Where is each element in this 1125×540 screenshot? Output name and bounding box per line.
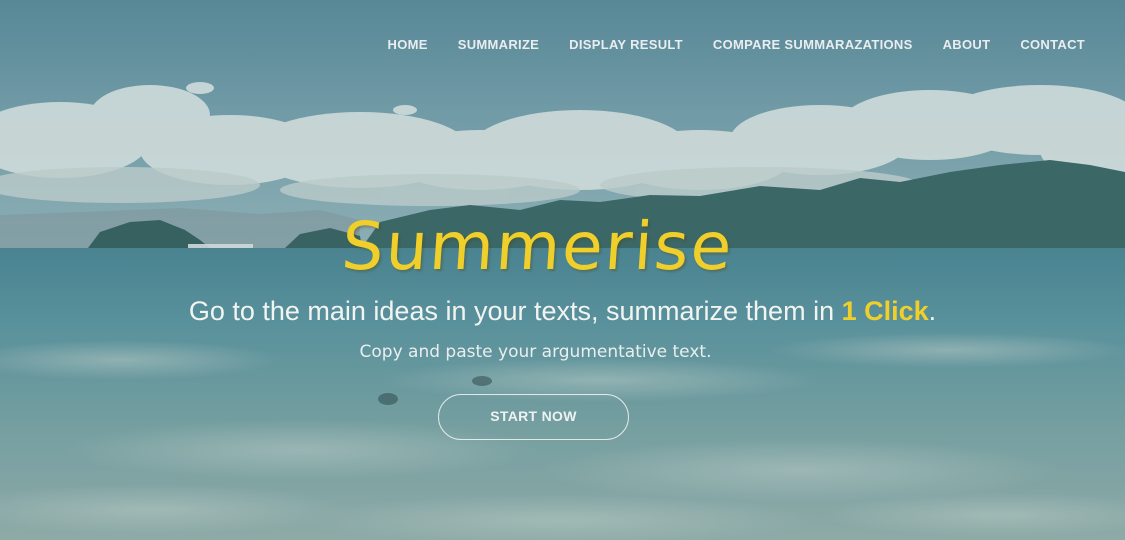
hero-title: Summerise bbox=[339, 208, 736, 285]
tagline-period: . bbox=[928, 296, 937, 326]
nav-item-about[interactable]: ABOUT bbox=[928, 37, 1006, 53]
nav-item-compare-summarazations[interactable]: COMPARE SUMMARAZATIONS bbox=[698, 37, 928, 53]
nav-item-contact[interactable]: CONTACT bbox=[1005, 37, 1100, 53]
hero-title-wrapper: Summerise bbox=[0, 208, 1125, 285]
hero-section: HOME SUMMARIZE DISPLAY RESULT COMPARE SU… bbox=[0, 0, 1125, 540]
main-navigation: HOME SUMMARIZE DISPLAY RESULT COMPARE SU… bbox=[373, 37, 1100, 53]
tagline-highlight: 1 Click bbox=[841, 296, 929, 326]
nav-item-summarize[interactable]: SUMMARIZE bbox=[443, 37, 554, 53]
hero-tagline: Go to the main ideas in your texts, summ… bbox=[0, 296, 1125, 327]
nav-item-display-result[interactable]: DISPLAY RESULT bbox=[554, 37, 698, 53]
nav-item-home[interactable]: HOME bbox=[373, 37, 443, 53]
tagline-text: Go to the main ideas in your texts, summ… bbox=[188, 296, 842, 326]
start-now-button[interactable]: START NOW bbox=[438, 394, 629, 440]
hero-subtitle: Copy and paste your argumentative text. bbox=[359, 342, 712, 362]
